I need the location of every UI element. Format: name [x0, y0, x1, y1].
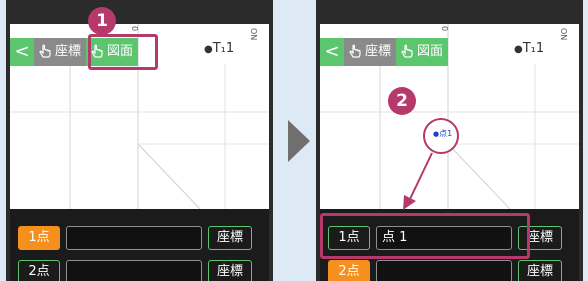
- selected-point-label: ●点1: [433, 129, 453, 138]
- step-badge-2: 2: [388, 87, 416, 115]
- point-2-field[interactable]: [376, 260, 512, 281]
- point-row: 2点 座標: [328, 260, 573, 281]
- point-1-button[interactable]: 1点: [18, 226, 60, 250]
- right-triangle-icon: [288, 120, 310, 162]
- traverse-point-label: ●T₁1: [514, 41, 545, 56]
- traverse-point-label: ●T₁1: [204, 41, 235, 56]
- left-input-panel: 1点 座標 2点 座標: [10, 209, 269, 281]
- coordinate-mode-button[interactable]: 座標: [344, 38, 397, 66]
- point-2-button[interactable]: 2点: [18, 260, 60, 281]
- drawing-mode-label: 図面: [417, 44, 444, 59]
- back-button[interactable]: <: [10, 38, 34, 66]
- point-2-button[interactable]: 2点: [328, 260, 370, 281]
- step-badge-1: 1: [88, 7, 116, 35]
- point-1-field[interactable]: [66, 226, 202, 250]
- point-row-highlight: [320, 213, 530, 259]
- point-1-coord-button[interactable]: 座標: [208, 226, 252, 250]
- point-2-coord-button[interactable]: 座標: [208, 260, 252, 281]
- pointing-hand-icon: [349, 44, 361, 58]
- drawing-mode-button[interactable]: 図面: [396, 38, 449, 66]
- grid-mark: 0: [440, 26, 449, 32]
- coordinate-mode-button[interactable]: 座標: [34, 38, 87, 66]
- edge-mark: ON: [249, 28, 258, 41]
- drawing-button-highlight: [88, 34, 158, 70]
- back-button[interactable]: <: [320, 38, 344, 66]
- point-row: 1点 座標: [18, 226, 263, 250]
- edge-mark: ON: [559, 28, 568, 41]
- pointing-hand-icon: [401, 44, 413, 58]
- point-2-field[interactable]: [66, 260, 202, 281]
- right-toolbar: < 座標 図面: [320, 38, 449, 66]
- point-row: 2点 座標: [18, 260, 263, 281]
- point-2-coord-button[interactable]: 座標: [518, 260, 562, 281]
- pointing-hand-icon: [39, 44, 51, 58]
- coordinate-mode-label: 座標: [55, 44, 82, 59]
- coordinate-mode-label: 座標: [365, 44, 392, 59]
- grid-mark: 0: [130, 26, 139, 32]
